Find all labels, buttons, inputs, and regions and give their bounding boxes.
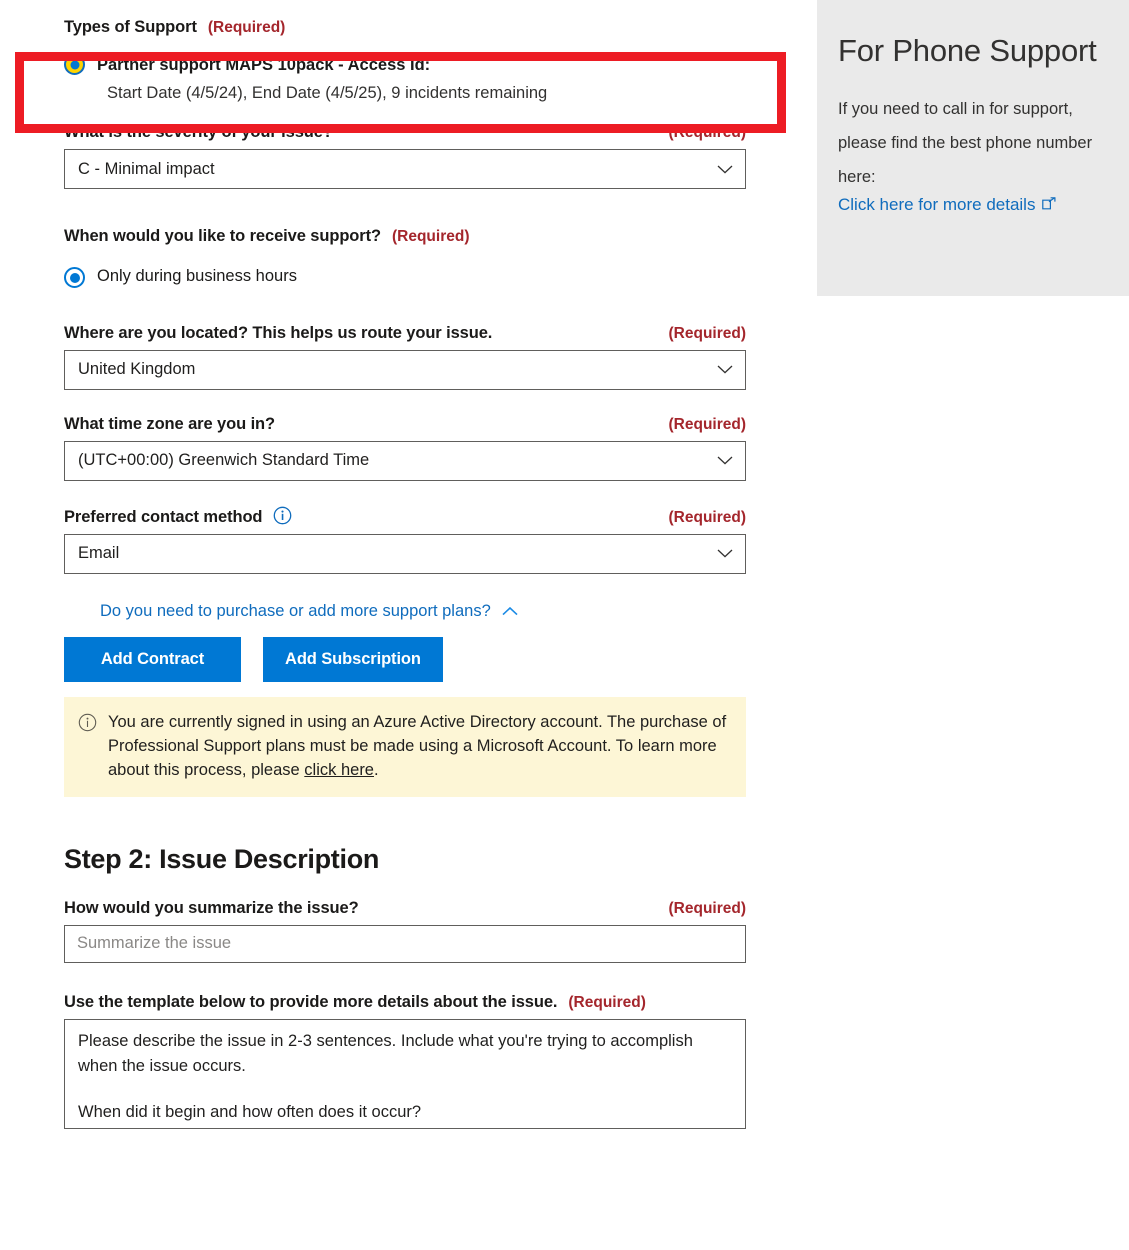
when-support-required: (Required): [391, 228, 470, 246]
account-type-notice-text: You are currently signed in using an Azu…: [108, 710, 730, 783]
contact-method-field: Preferred contact method (Required) Emai…: [64, 506, 817, 574]
issue-summary-label-row: How would you summarize the issue? (Requ…: [64, 899, 746, 918]
location-dropdown[interactable]: United Kingdom: [64, 349, 746, 390]
support-plan-text-group: Partner support MAPS 10pack - Access Id:…: [97, 51, 547, 107]
issue-details-label: Use the template below to provide more d…: [64, 992, 558, 1011]
when-support-label-row: When would you like to receive support? …: [64, 227, 746, 246]
phone-support-panel: For Phone Support If you need to call in…: [817, 0, 1129, 296]
contact-method-value: Email: [78, 544, 120, 563]
support-plan-title: Partner support MAPS 10pack - Access Id:: [97, 56, 431, 74]
issue-summary-required: (Required): [668, 899, 747, 917]
severity-label: What is the severity of your issue?: [64, 123, 333, 142]
issue-details-field: Use the template below to provide more d…: [64, 993, 817, 1129]
issue-summary-input[interactable]: Summarize the issue: [64, 924, 746, 963]
location-label-row: Where are you located? This helps us rou…: [64, 324, 746, 343]
issue-details-textarea[interactable]: Please describe the issue in 2-3 sentenc…: [64, 1018, 746, 1129]
timezone-value: (UTC+00:00) Greenwich Standard Time: [78, 451, 370, 470]
location-value: United Kingdom: [78, 360, 196, 379]
radio-button-selected-icon[interactable]: [64, 54, 85, 75]
issue-details-required: (Required): [568, 993, 646, 1011]
step2-heading: Step 2: Issue Description: [64, 843, 380, 874]
phone-support-body: If you need to call in for support, plea…: [838, 100, 1093, 186]
add-contract-button[interactable]: Add Contract: [64, 636, 241, 682]
severity-dropdown[interactable]: C - Minimal impact: [64, 149, 746, 190]
info-circle-icon: [78, 713, 97, 737]
issue-summary-field: How would you summarize the issue? (Requ…: [64, 899, 817, 963]
timezone-field: What time zone are you in? (Required) (U…: [64, 415, 817, 481]
types-of-support-required: (Required): [207, 19, 286, 36]
issue-summary-label: How would you summarize the issue?: [64, 898, 359, 917]
severity-required: (Required): [668, 124, 747, 142]
contact-method-dropdown[interactable]: Email: [64, 533, 746, 574]
chevron-down-icon: [717, 456, 733, 465]
contact-method-label-group: Preferred contact method: [64, 506, 292, 527]
form-column: Types of Support (Required) Partner supp…: [0, 0, 817, 1129]
support-plan-detail: Start Date (4/5/24), End Date (4/5/25), …: [107, 84, 548, 103]
timezone-label: What time zone are you in?: [64, 414, 276, 433]
info-circle-icon[interactable]: [273, 506, 292, 525]
when-support-field: When would you like to receive support? …: [64, 227, 817, 290]
phone-support-details-link-label: Click here for more details: [838, 194, 1036, 214]
location-required: (Required): [668, 324, 747, 342]
chevron-down-icon: [717, 549, 733, 558]
business-hours-radio-option[interactable]: Only during business hours: [64, 264, 817, 290]
issue-details-line-2: When did it begin and how often does it …: [78, 1103, 422, 1122]
plan-action-buttons: Add Contract Add Subscription: [64, 636, 817, 682]
chevron-down-icon: [717, 165, 733, 174]
notice-tail: .: [374, 761, 379, 780]
notice-body: You are currently signed in using an Azu…: [108, 712, 727, 780]
phone-support-details-link[interactable]: Click here for more details: [838, 195, 1056, 215]
timezone-dropdown[interactable]: (UTC+00:00) Greenwich Standard Time: [64, 440, 746, 481]
purchase-plans-expander-label: Do you need to purchase or add more supp…: [100, 601, 491, 620]
support-plan-radio-option[interactable]: Partner support MAPS 10pack - Access Id:…: [64, 51, 817, 107]
contact-method-label: Preferred contact method: [64, 507, 263, 526]
severity-label-row: What is the severity of your issue? (Req…: [64, 123, 746, 142]
severity-value: C - Minimal impact: [78, 159, 215, 178]
issue-details-label-row: Use the template below to provide more d…: [64, 993, 746, 1012]
notice-click-here-link[interactable]: click here: [304, 761, 374, 779]
timezone-required: (Required): [668, 415, 747, 433]
issue-summary-placeholder: Summarize the issue: [77, 934, 232, 953]
business-hours-label: Only during business hours: [97, 267, 297, 286]
contact-method-label-row: Preferred contact method (Required): [64, 506, 746, 527]
types-of-support-label: Types of Support: [64, 18, 197, 36]
issue-details-blank-line: [78, 1079, 733, 1100]
timezone-label-row: What time zone are you in? (Required): [64, 415, 746, 434]
add-subscription-button[interactable]: Add Subscription: [263, 636, 443, 682]
issue-details-line-1: Please describe the issue in 2-3 sentenc…: [78, 1031, 698, 1075]
when-support-label: When would you like to receive support?: [64, 227, 381, 246]
location-field: Where are you located? This helps us rou…: [64, 324, 817, 390]
support-request-form-page: Types of Support (Required) Partner supp…: [0, 0, 1129, 1250]
radio-button-selected-icon[interactable]: [64, 267, 85, 289]
external-link-icon: [1042, 195, 1056, 215]
severity-field: What is the severity of your issue? (Req…: [64, 123, 817, 190]
contact-method-required: (Required): [668, 508, 747, 526]
purchase-plans-expander[interactable]: Do you need to purchase or add more supp…: [64, 602, 817, 621]
location-label: Where are you located? This helps us rou…: [64, 323, 493, 342]
account-type-notice: You are currently signed in using an Azu…: [64, 696, 746, 797]
chevron-down-icon: [717, 365, 733, 374]
chevron-up-icon: [502, 606, 518, 616]
types-of-support-heading: Types of Support (Required): [64, 18, 817, 37]
phone-support-title: For Phone Support: [838, 33, 1097, 68]
